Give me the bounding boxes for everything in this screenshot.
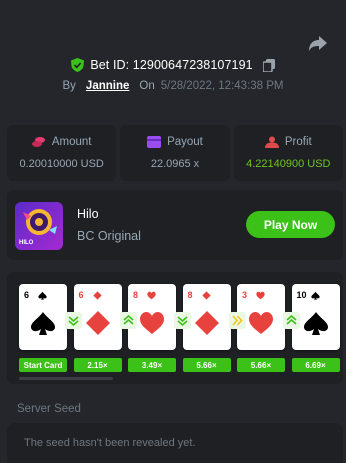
bet-author-row: By Jannine On 5/28/2022, 12:43:38 PM bbox=[0, 80, 346, 92]
stat-amount: Amount 0.20010000 USD bbox=[7, 125, 117, 181]
card-rank: 6 bbox=[24, 290, 30, 300]
spade-icon bbox=[310, 291, 320, 300]
arrow-down-icon bbox=[65, 312, 82, 329]
card-multiplier: 2.15× bbox=[73, 358, 122, 372]
game-card: HILO Hilo BC Original Play Now bbox=[7, 190, 343, 260]
hilo-card-history: 6 Start Card 6 2.15× 8 3.49× 8 5.66× 3 5.66× 10 6.6… bbox=[7, 272, 343, 384]
diamond-icon bbox=[85, 311, 110, 335]
stat-payout-value: 22.0965 x bbox=[150, 158, 200, 170]
diamond-icon bbox=[201, 291, 211, 300]
stat-profit-label: Profit bbox=[284, 136, 312, 148]
bet-id-row: Bet ID: 129006472381071​91 bbox=[0, 58, 346, 72]
on-label: On bbox=[139, 80, 155, 92]
by-label: By bbox=[62, 80, 76, 92]
arrow-skip-icon bbox=[228, 312, 246, 329]
server-seed-label: Server Seed bbox=[17, 403, 81, 415]
arrow-up-icon bbox=[119, 312, 137, 329]
diamond-icon bbox=[194, 311, 219, 335]
card-rank: 3 bbox=[242, 290, 248, 300]
arrow-down-icon bbox=[174, 312, 191, 329]
arrow-up-icon bbox=[283, 312, 300, 329]
stat-payout-label: Payout bbox=[167, 136, 203, 148]
play-now-button[interactable]: Play Now bbox=[246, 211, 335, 238]
card-rank: 8 bbox=[133, 290, 139, 300]
horizontal-scrollbar[interactable] bbox=[19, 377, 113, 380]
bet-id: Bet ID: 129006472381071​91 bbox=[90, 58, 253, 72]
card-rank: 8 bbox=[187, 290, 193, 300]
heart-icon bbox=[147, 291, 156, 300]
stat-payout: Payout 22.0965 x bbox=[120, 125, 230, 181]
card-multiplier: 6.69× bbox=[291, 358, 340, 372]
wallet-icon bbox=[147, 136, 162, 148]
diamond-icon bbox=[92, 291, 102, 300]
username-link[interactable]: Jannine bbox=[86, 80, 129, 92]
spade-icon bbox=[303, 312, 328, 335]
share-icon[interactable] bbox=[308, 34, 328, 52]
stat-profit: Profit 4.22140900 USD bbox=[233, 125, 343, 181]
card-multiplier: 3.49× bbox=[128, 358, 176, 372]
hilo-game-thumbnail[interactable]: HILO bbox=[15, 202, 63, 250]
stat-amount-label: Amount bbox=[51, 136, 92, 148]
playing-card: 6 bbox=[19, 284, 67, 350]
stat-profit-value: 4.22140900 USD bbox=[246, 158, 331, 170]
card-rank: 6 bbox=[78, 290, 84, 300]
bet-date: 5/28/2022, 12:43:38 PM bbox=[160, 80, 284, 92]
server-seed-field: The seed hasn't been revealed yet. bbox=[7, 423, 343, 463]
game-name: Hilo bbox=[77, 207, 99, 221]
heart-icon bbox=[249, 312, 273, 334]
verified-shield-icon bbox=[71, 58, 85, 72]
card-multiplier: 5.66× bbox=[237, 358, 285, 372]
spade-icon bbox=[31, 312, 55, 335]
game-subtitle: BC Original bbox=[77, 229, 141, 243]
stat-amount-value: 0.20010000 USD bbox=[19, 158, 104, 170]
coins-icon bbox=[31, 137, 45, 147]
spade-icon bbox=[38, 291, 47, 300]
bet-stats: Amount 0.20010000 USD Payout 22.0965 x P… bbox=[7, 125, 343, 181]
card-multiplier: 5.66× bbox=[182, 358, 231, 372]
card-multiplier: Start Card bbox=[19, 358, 67, 372]
card-rank: 10 bbox=[296, 290, 307, 300]
copy-icon[interactable] bbox=[262, 58, 275, 72]
hilo-thumb-text: HILO bbox=[19, 240, 34, 246]
heart-icon bbox=[140, 312, 164, 334]
profit-user-icon bbox=[264, 136, 279, 148]
heart-icon bbox=[256, 291, 265, 300]
